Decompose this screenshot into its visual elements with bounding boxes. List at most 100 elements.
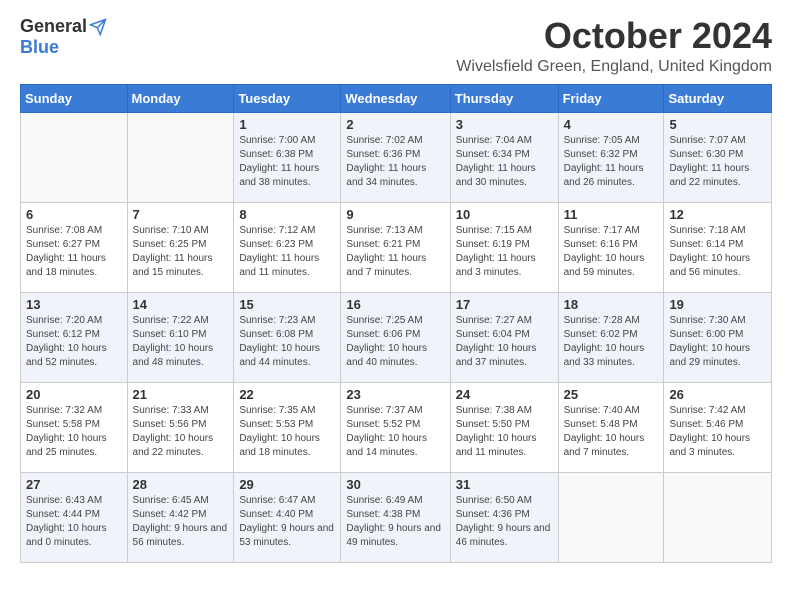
calendar-cell: 5 Sunrise: 7:07 AM Sunset: 6:30 PM Daylig… (664, 112, 772, 202)
day-info: Sunrise: 6:50 AM Sunset: 4:36 PM Dayligh… (456, 494, 553, 550)
day-number: 19 (669, 297, 766, 312)
calendar-week-row: 13 Sunrise: 7:20 AM Sunset: 6:12 PM Dayli… (21, 292, 772, 382)
day-info: Sunrise: 7:38 AM Sunset: 5:50 PM Dayligh… (456, 404, 553, 460)
calendar-cell: 18 Sunrise: 7:28 AM Sunset: 6:02 PM Dayli… (558, 292, 664, 382)
logo-general-text: General (20, 16, 87, 37)
day-number: 20 (26, 387, 122, 402)
day-info: Sunrise: 7:07 AM Sunset: 6:30 PM Dayligh… (669, 134, 766, 190)
calendar-cell: 29Sunrise: 6:47 AM Sunset: 4:40 PM Dayli… (234, 472, 341, 562)
calendar-table: SundayMondayTuesdayWednesdayThursdayFrid… (20, 84, 772, 563)
calendar-cell: 4 Sunrise: 7:05 AM Sunset: 6:32 PM Daylig… (558, 112, 664, 202)
calendar-header-row: SundayMondayTuesdayWednesdayThursdayFrid… (21, 84, 772, 112)
day-info: Sunrise: 7:18 AM Sunset: 6:14 PM Dayligh… (669, 224, 766, 280)
day-number: 30 (346, 477, 444, 492)
day-info: Sunrise: 7:13 AM Sunset: 6:21 PM Dayligh… (346, 224, 444, 280)
day-info: Sunrise: 6:45 AM Sunset: 4:42 PM Dayligh… (133, 494, 229, 550)
calendar-cell: 2Sunrise: 7:02 AM Sunset: 6:36 PM Daylig… (341, 112, 450, 202)
day-info: Sunrise: 6:49 AM Sunset: 4:38 PM Dayligh… (346, 494, 444, 550)
page-header: General Blue October 2024 Wivelsfield Gr… (20, 16, 772, 76)
day-number: 2 (346, 117, 444, 132)
day-number: 13 (26, 297, 122, 312)
calendar-cell: 25Sunrise: 7:40 AM Sunset: 5:48 PM Dayli… (558, 382, 664, 472)
calendar-cell: 31 Sunrise: 6:50 AM Sunset: 4:36 PM Dayli… (450, 472, 558, 562)
day-info: Sunrise: 7:22 AM Sunset: 6:10 PM Dayligh… (133, 314, 229, 370)
calendar-week-row: 6 Sunrise: 7:08 AM Sunset: 6:27 PM Daylig… (21, 202, 772, 292)
header-friday: Friday (558, 84, 664, 112)
day-number: 4 (564, 117, 659, 132)
day-info: Sunrise: 7:08 AM Sunset: 6:27 PM Dayligh… (26, 224, 122, 280)
calendar-week-row: 1 Sunrise: 7:00 AM Sunset: 6:38 PM Daylig… (21, 112, 772, 202)
calendar-cell: 23 Sunrise: 7:37 AM Sunset: 5:52 PM Dayli… (341, 382, 450, 472)
calendar-cell: 19 Sunrise: 7:30 AM Sunset: 6:00 PM Dayli… (664, 292, 772, 382)
day-number: 8 (239, 207, 335, 222)
month-title: October 2024 (456, 16, 772, 56)
day-number: 7 (133, 207, 229, 222)
day-number: 6 (26, 207, 122, 222)
day-number: 24 (456, 387, 553, 402)
calendar-cell: 17 Sunrise: 7:27 AM Sunset: 6:04 PM Dayli… (450, 292, 558, 382)
day-number: 31 (456, 477, 553, 492)
day-info: Sunrise: 7:35 AM Sunset: 5:53 PM Dayligh… (239, 404, 335, 460)
day-number: 21 (133, 387, 229, 402)
header-thursday: Thursday (450, 84, 558, 112)
day-number: 17 (456, 297, 553, 312)
day-number: 16 (346, 297, 444, 312)
calendar-week-row: 20 Sunrise: 7:32 AM Sunset: 5:58 PM Dayli… (21, 382, 772, 472)
title-area: October 2024 Wivelsfield Green, England,… (456, 16, 772, 76)
logo: General Blue (20, 16, 107, 58)
day-info: Sunrise: 7:04 AM Sunset: 6:34 PM Dayligh… (456, 134, 553, 190)
day-info: Sunrise: 7:05 AM Sunset: 6:32 PM Dayligh… (564, 134, 659, 190)
day-number: 14 (133, 297, 229, 312)
calendar-cell: 6 Sunrise: 7:08 AM Sunset: 6:27 PM Daylig… (21, 202, 128, 292)
header-saturday: Saturday (664, 84, 772, 112)
day-number: 25 (564, 387, 659, 402)
calendar-cell: 3 Sunrise: 7:04 AM Sunset: 6:34 PM Daylig… (450, 112, 558, 202)
day-info: Sunrise: 7:20 AM Sunset: 6:12 PM Dayligh… (26, 314, 122, 370)
header-tuesday: Tuesday (234, 84, 341, 112)
calendar-cell: 7 Sunrise: 7:10 AM Sunset: 6:25 PM Daylig… (127, 202, 234, 292)
day-info: Sunrise: 7:30 AM Sunset: 6:00 PM Dayligh… (669, 314, 766, 370)
day-info: Sunrise: 7:37 AM Sunset: 5:52 PM Dayligh… (346, 404, 444, 460)
day-info: Sunrise: 7:42 AM Sunset: 5:46 PM Dayligh… (669, 404, 766, 460)
day-number: 10 (456, 207, 553, 222)
calendar-cell (127, 112, 234, 202)
day-number: 12 (669, 207, 766, 222)
header-sunday: Sunday (21, 84, 128, 112)
calendar-cell: 16Sunrise: 7:25 AM Sunset: 6:06 PM Dayli… (341, 292, 450, 382)
day-number: 22 (239, 387, 335, 402)
day-number: 1 (239, 117, 335, 132)
header-wednesday: Wednesday (341, 84, 450, 112)
day-number: 15 (239, 297, 335, 312)
logo-bird-icon (89, 18, 107, 36)
day-number: 27 (26, 477, 122, 492)
header-monday: Monday (127, 84, 234, 112)
calendar-cell: 14 Sunrise: 7:22 AM Sunset: 6:10 PM Dayli… (127, 292, 234, 382)
day-info: Sunrise: 7:27 AM Sunset: 6:04 PM Dayligh… (456, 314, 553, 370)
day-info: Sunrise: 6:43 AM Sunset: 4:44 PM Dayligh… (26, 494, 122, 550)
day-number: 11 (564, 207, 659, 222)
day-number: 5 (669, 117, 766, 132)
calendar-cell: 1 Sunrise: 7:00 AM Sunset: 6:38 PM Daylig… (234, 112, 341, 202)
calendar-week-row: 27 Sunrise: 6:43 AM Sunset: 4:44 PM Dayli… (21, 472, 772, 562)
location-title: Wivelsfield Green, England, United Kingd… (456, 58, 772, 76)
day-info: Sunrise: 7:15 AM Sunset: 6:19 PM Dayligh… (456, 224, 553, 280)
calendar-cell: 13 Sunrise: 7:20 AM Sunset: 6:12 PM Dayli… (21, 292, 128, 382)
calendar-cell (21, 112, 128, 202)
day-info: Sunrise: 7:00 AM Sunset: 6:38 PM Dayligh… (239, 134, 335, 190)
calendar-cell: 22 Sunrise: 7:35 AM Sunset: 5:53 PM Dayli… (234, 382, 341, 472)
calendar-cell: 9 Sunrise: 7:13 AM Sunset: 6:21 PM Daylig… (341, 202, 450, 292)
day-number: 9 (346, 207, 444, 222)
calendar-cell: 8 Sunrise: 7:12 AM Sunset: 6:23 PM Daylig… (234, 202, 341, 292)
calendar-cell: 20 Sunrise: 7:32 AM Sunset: 5:58 PM Dayli… (21, 382, 128, 472)
day-number: 3 (456, 117, 553, 132)
day-info: Sunrise: 6:47 AM Sunset: 4:40 PM Dayligh… (239, 494, 335, 550)
calendar-cell: 24 Sunrise: 7:38 AM Sunset: 5:50 PM Dayli… (450, 382, 558, 472)
day-info: Sunrise: 7:12 AM Sunset: 6:23 PM Dayligh… (239, 224, 335, 280)
logo-blue-text: Blue (20, 37, 59, 58)
day-number: 18 (564, 297, 659, 312)
day-info: Sunrise: 7:28 AM Sunset: 6:02 PM Dayligh… (564, 314, 659, 370)
day-info: Sunrise: 7:32 AM Sunset: 5:58 PM Dayligh… (26, 404, 122, 460)
day-info: Sunrise: 7:10 AM Sunset: 6:25 PM Dayligh… (133, 224, 229, 280)
day-number: 23 (346, 387, 444, 402)
day-info: Sunrise: 7:23 AM Sunset: 6:08 PM Dayligh… (239, 314, 335, 370)
